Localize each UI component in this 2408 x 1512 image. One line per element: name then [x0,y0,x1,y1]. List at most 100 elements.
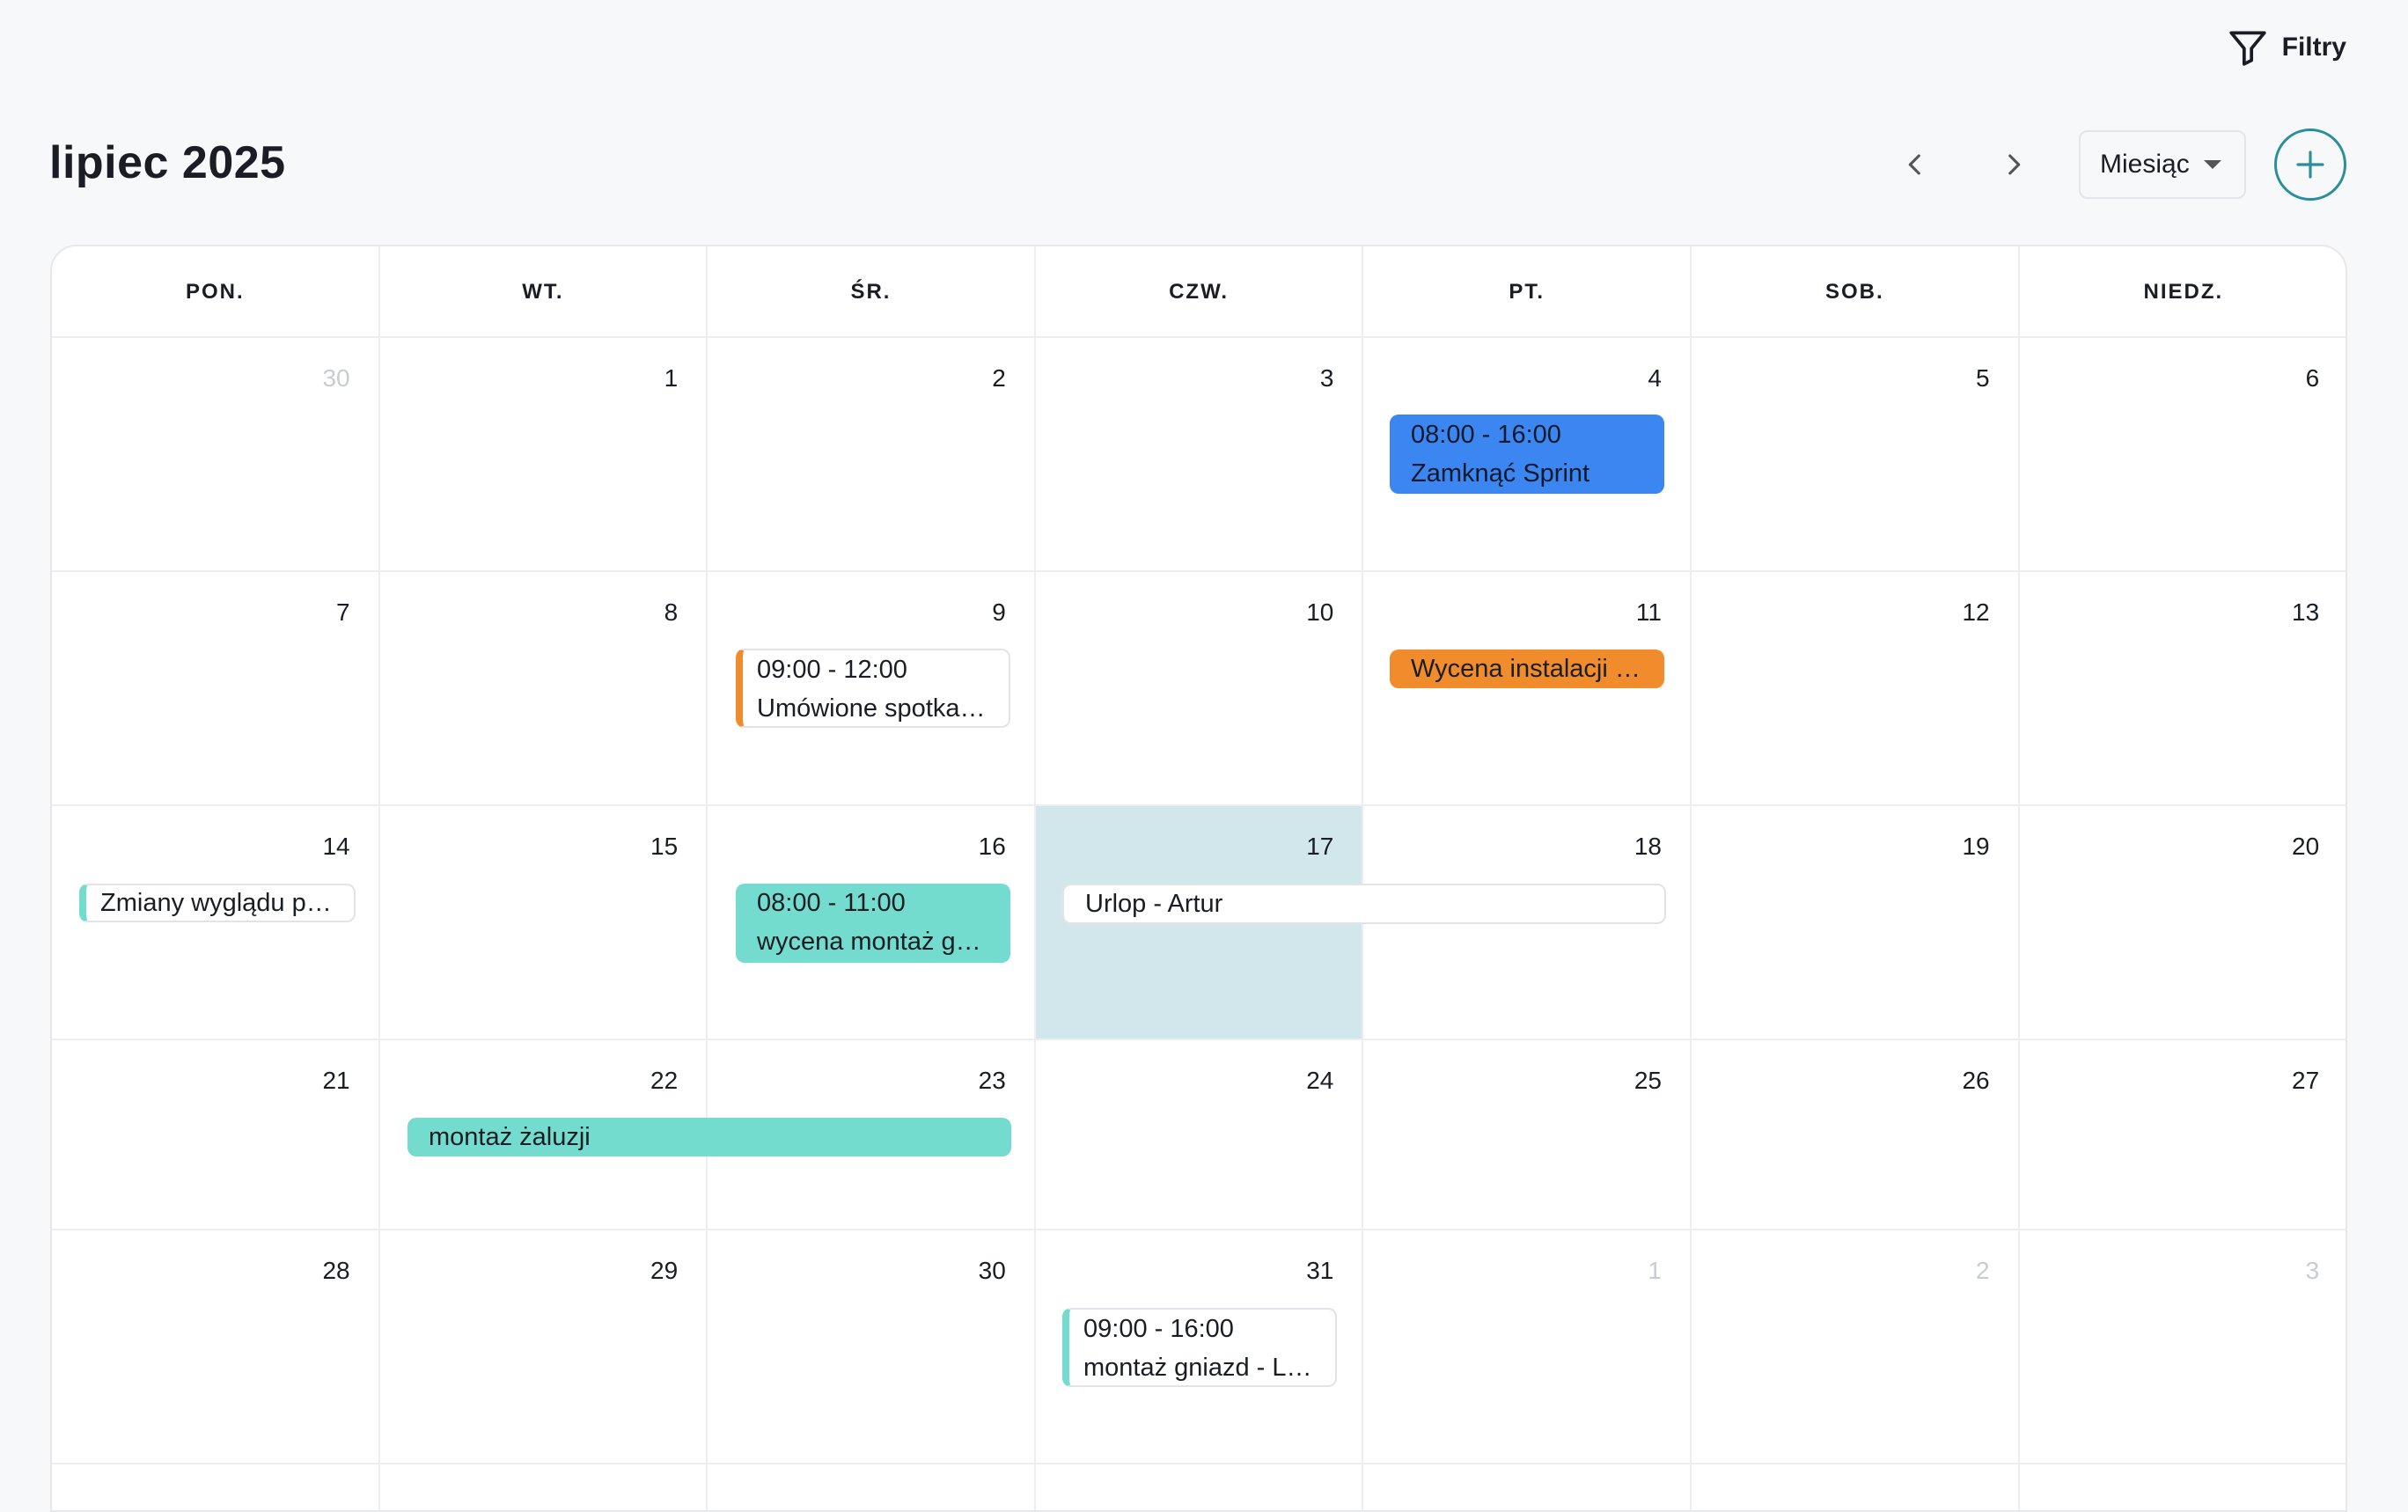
day-cell[interactable]: 28 [52,1230,380,1464]
plus-icon [2296,150,2324,179]
day-number: 12 [1962,598,1990,626]
day-cell[interactable]: 5 [1692,338,2020,572]
day-number: 25 [1633,1067,1662,1094]
day-number: 29 [650,1257,679,1284]
weekday-label: WT. [380,246,708,338]
next-month-button[interactable] [1986,136,2042,193]
event-umowione-spotkanie[interactable]: 09:00 - 12:00 Umówione spotkanie [736,649,1010,728]
day-cell[interactable]: 21 [52,1040,380,1230]
filter-icon [2229,31,2266,66]
event-title: Umówione spotkanie [757,694,987,723]
weekday-label: SOB. [1692,246,2020,338]
day-number: 22 [650,1067,679,1094]
day-cell[interactable] [1692,1464,2020,1510]
day-cell[interactable]: 1 [379,338,708,572]
day-number: 27 [2292,1067,2320,1094]
day-cell[interactable]: 11 [1363,572,1692,806]
day-number: 13 [2292,598,2320,626]
day-number: 11 [1635,598,1662,626]
day-number: 3 [1319,364,1334,392]
caret-down-icon [2204,160,2221,169]
day-cell[interactable] [1036,1464,1364,1510]
day-number: 2 [992,364,1006,392]
add-event-button[interactable] [2274,128,2346,201]
day-cell[interactable]: 12 [1692,572,2020,806]
chevron-left-icon [1908,154,1920,175]
day-cell[interactable]: 25 [1363,1040,1692,1230]
day-number: 21 [322,1067,350,1094]
event-urlop-artur[interactable]: Urlop - Artur [1062,884,1666,924]
day-number: 30 [322,364,350,392]
day-number: 30 [978,1257,1006,1284]
event-montaz-zaluzji[interactable]: montaż żaluzji [407,1118,1011,1156]
month-calendar: PON. WT. ŚR. CZW. PT. SOB. NIEDZ. 30 1 2… [50,245,2347,1512]
day-cell[interactable]: 29 [379,1230,708,1464]
day-cell[interactable]: 20 [2019,806,2346,1040]
event-title: montaż gniazd - Lid... [1083,1354,1314,1382]
day-cell[interactable]: 6 [2019,338,2346,572]
weekday-label: PT. [1363,246,1692,338]
event-time: 09:00 - 12:00 [757,656,907,684]
day-cell[interactable]: 30 [52,338,380,572]
day-cell[interactable]: 2 [1692,1230,2020,1464]
previous-month-button[interactable] [1887,136,1943,193]
day-cell[interactable] [2020,1464,2346,1510]
day-cell[interactable]: 30 [708,1230,1036,1464]
day-number: 17 [1306,833,1334,860]
day-number: 31 [1306,1257,1334,1284]
day-cell[interactable]: 3 [2019,1230,2346,1464]
day-cell[interactable]: 7 [52,572,380,806]
day-number: 4 [1648,364,1662,392]
day-number: 1 [664,364,679,392]
event-montaz-gniazd[interactable]: 09:00 - 16:00 montaż gniazd - Lid... [1062,1308,1337,1387]
day-number: 20 [2292,833,2320,860]
weekday-label: NIEDZ. [2143,280,2224,304]
day-cell[interactable]: 27 [2019,1040,2346,1230]
day-cell[interactable]: 2 [708,338,1036,572]
day-number: 9 [992,598,1006,626]
day-number: 28 [322,1257,350,1284]
day-number: 5 [1976,364,1990,392]
day-number: 18 [1633,833,1662,860]
event-title: Wycena instalacji el... [1411,655,1643,683]
day-number: 10 [1306,598,1334,626]
event-wycena-instalacji[interactable]: Wycena instalacji el... [1390,650,1664,688]
event-time: 09:00 - 16:00 [1083,1315,1234,1343]
day-cell[interactable]: 14 [52,806,380,1040]
day-number: 19 [1962,833,1990,860]
day-number: 24 [1306,1067,1334,1094]
event-zamknac-sprint[interactable]: 08:00 - 16:00 Zamknąć Sprint [1390,415,1664,494]
day-cell[interactable]: 19 [1692,806,2020,1040]
day-cell[interactable] [1363,1464,1692,1510]
weekday-label: ŚR. [708,246,1036,338]
event-title: Zmiany wyglądu pa... [100,889,333,917]
day-number: 26 [1962,1067,1990,1094]
event-time: 08:00 - 16:00 [1411,421,1561,449]
day-number: 7 [336,598,350,626]
day-cell[interactable]: 13 [2019,572,2346,806]
event-title: wycena montaż gni... [757,928,989,956]
day-number: 16 [978,833,1006,860]
event-title: montaż żaluzji [429,1123,591,1151]
filters-label: Filtry [2281,33,2346,62]
event-title: Urlop - Artur [1085,890,1223,918]
day-cell[interactable]: 15 [379,806,708,1040]
day-cell[interactable]: 10 [1035,572,1364,806]
day-cell[interactable] [708,1464,1036,1510]
day-cell[interactable] [380,1464,708,1510]
day-cell[interactable]: 26 [1692,1040,2020,1230]
weekday-label: CZW. [1036,246,1364,338]
day-cell[interactable]: 24 [1035,1040,1364,1230]
event-zmiany-wygladu[interactable]: Zmiany wyglądu pa... [79,884,356,922]
day-number: 23 [978,1067,1006,1094]
day-cell[interactable] [52,1464,380,1510]
event-wycena-montaz[interactable]: 08:00 - 11:00 wycena montaż gni... [736,884,1010,963]
filters-button[interactable]: Filtry [2226,21,2346,74]
day-number: 2 [1976,1257,1990,1284]
view-select[interactable]: Miesiąc [2079,130,2246,199]
weekday-label: PON. [52,246,380,338]
day-cell[interactable]: 1 [1363,1230,1692,1464]
day-cell[interactable]: 3 [1035,338,1364,572]
day-cell[interactable]: 8 [379,572,708,806]
weekday-header: PON. WT. ŚR. CZW. PT. SOB. NIEDZ. [52,246,2346,338]
